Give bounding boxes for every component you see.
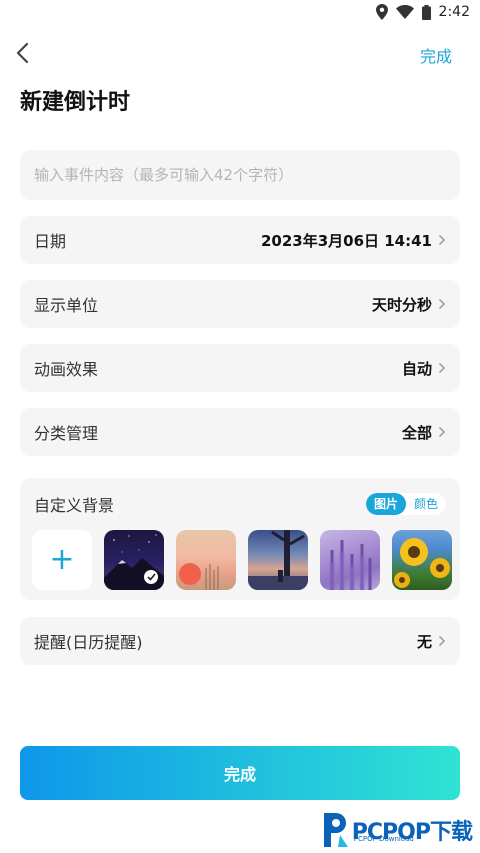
unit-row[interactable]: 显示单位 天时分秒	[20, 280, 460, 328]
unit-value: 天时分秒	[371, 295, 432, 314]
background-thumb-sunset[interactable]	[176, 530, 236, 590]
date-label: 日期	[34, 232, 67, 251]
tab-image[interactable]: 图片	[365, 493, 406, 515]
watermark-subtext: PCPOP Download	[353, 835, 414, 843]
reminder-label: 提醒(日历提醒)	[34, 633, 143, 652]
category-value: 全部	[401, 423, 432, 442]
sunset-image	[179, 563, 219, 590]
page-title: 新建倒计时	[20, 90, 131, 115]
background-thumb-lavender[interactable]	[320, 530, 380, 590]
tree-image	[248, 530, 308, 590]
sunflower-image	[394, 538, 450, 588]
background-thumb-tree-figure[interactable]	[248, 530, 308, 590]
lavender-image	[329, 540, 372, 590]
pcpop-logo-icon	[323, 813, 348, 847]
category-label: 分类管理	[34, 424, 99, 443]
header-done-button[interactable]: 完成	[420, 43, 452, 67]
battery-icon	[421, 4, 431, 20]
background-thumb-sunflowers[interactable]	[392, 530, 452, 590]
plus-icon: +	[49, 542, 75, 577]
category-row[interactable]: 分类管理 全部	[20, 408, 460, 456]
chevron-right-icon	[438, 234, 446, 246]
animation-value: 自动	[401, 359, 432, 378]
animation-row[interactable]: 动画效果 自动	[20, 344, 460, 392]
wifi-icon	[395, 5, 414, 19]
background-thumb-night-mountain[interactable]	[104, 530, 164, 590]
animation-label: 动画效果	[34, 360, 99, 379]
watermark: PCPOP下载 PCPOP Download	[322, 811, 473, 849]
background-type-toggle: 图片 颜色	[365, 493, 446, 515]
background-label: 自定义背景	[34, 496, 115, 515]
status-bar: 2:42	[0, 0, 480, 24]
chevron-right-icon	[438, 362, 446, 374]
tab-color[interactable]: 颜色	[406, 493, 446, 515]
unit-label: 显示单位	[34, 296, 99, 315]
location-icon	[375, 4, 388, 20]
add-background-button[interactable]: +	[32, 530, 92, 590]
reminder-row[interactable]: 提醒(日历提醒) 无	[20, 617, 460, 665]
selected-check-icon	[144, 570, 158, 584]
done-button[interactable]: 完成	[20, 746, 460, 800]
chevron-right-icon	[438, 298, 446, 310]
back-arrow-icon[interactable]	[14, 42, 34, 64]
event-content-input[interactable]	[20, 150, 460, 200]
date-row[interactable]: 日期 2023年3月06日 14:41	[20, 216, 460, 264]
chevron-right-icon	[438, 635, 446, 647]
status-time: 2:42	[438, 4, 470, 20]
date-value: 2023年3月06日 14:41	[260, 231, 432, 250]
reminder-value: 无	[416, 632, 432, 651]
event-input-card	[20, 150, 460, 200]
chevron-right-icon	[438, 426, 446, 438]
custom-background-card: 自定义背景 图片 颜色 +	[20, 478, 460, 600]
background-thumbnails: +	[20, 516, 460, 590]
